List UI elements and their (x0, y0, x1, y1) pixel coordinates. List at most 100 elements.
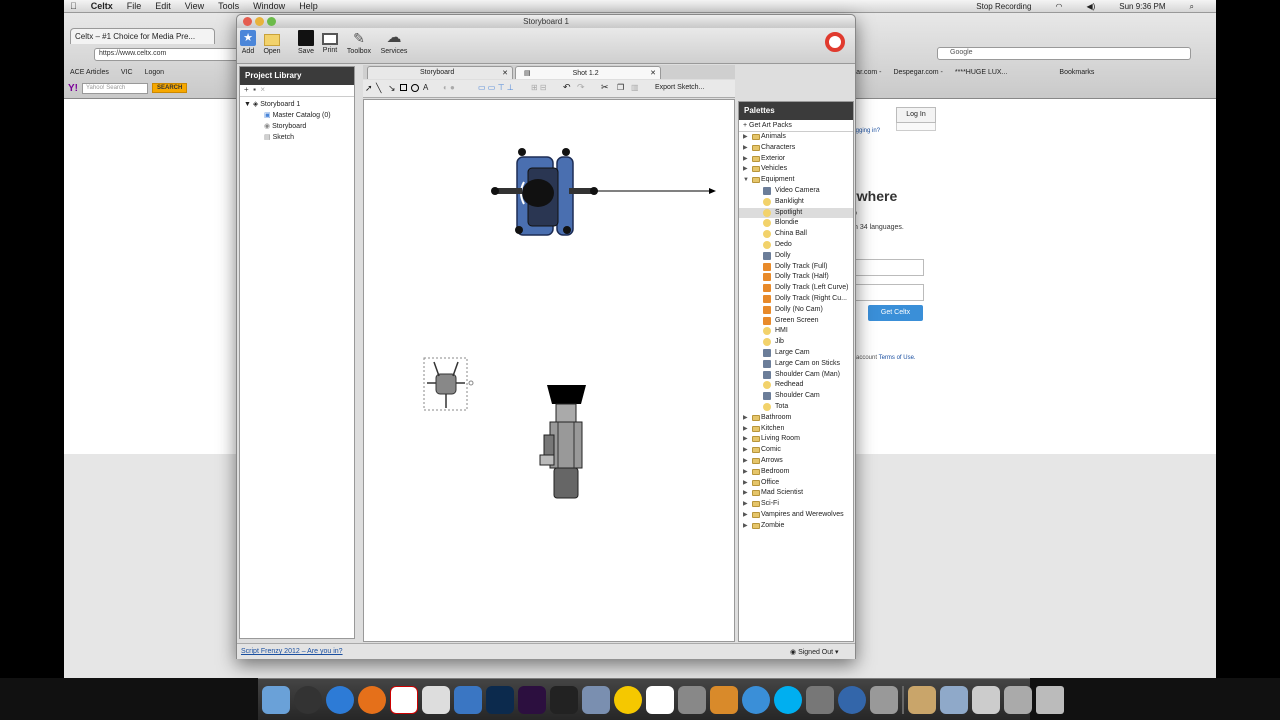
iphoto-icon[interactable] (582, 685, 610, 714)
print-button[interactable]: Print (315, 30, 345, 54)
palette-item[interactable]: Dedo (739, 240, 853, 251)
palette-folder[interactable]: ▶ Characters (739, 143, 853, 154)
selected-light-shape[interactable] (423, 357, 474, 411)
cut-icon[interactable]: ✂ (601, 82, 609, 93)
palette-item[interactable]: Dolly (739, 251, 853, 262)
finder-icon[interactable] (262, 685, 290, 714)
palette-folder[interactable]: ▶ Zombie (739, 521, 853, 532)
menu-view[interactable]: View (185, 1, 204, 11)
expand-right-icon[interactable]: ▶ (743, 510, 748, 521)
palette-folder[interactable]: ▶ Animals (739, 132, 853, 143)
expand-right-icon[interactable]: ▶ (743, 143, 748, 154)
signed-out-menu[interactable]: ◉ Signed Out ▾ (790, 648, 839, 656)
tree-expand-icon[interactable]: ▼ (244, 101, 251, 108)
menu-app-celtx[interactable]: Celtx (91, 1, 113, 11)
tab-close-icon[interactable]: ✕ (650, 69, 656, 77)
pages-icon[interactable] (710, 685, 738, 714)
browser-tab[interactable]: Celtx – #1 Choice for Media Pre... (70, 28, 215, 44)
yahoo-search-input[interactable]: Yahoo! Search (82, 82, 148, 94)
skype-icon[interactable] (774, 685, 802, 714)
bookmark-vic[interactable]: VIC (121, 69, 133, 76)
palette-item[interactable]: Redhead (739, 380, 853, 391)
apple-icon[interactable]:  (70, 1, 77, 11)
preview-icon[interactable] (870, 685, 898, 714)
text-tool-icon[interactable]: A (423, 83, 428, 92)
bookmarks-menu[interactable]: Bookmarks (1059, 69, 1094, 76)
downloads-icon[interactable] (838, 685, 866, 714)
clapper-icon[interactable] (550, 685, 578, 714)
palette-folder[interactable]: ▶ Exterior (739, 154, 853, 165)
palette-item[interactable]: Dolly Track (Full) (739, 262, 853, 273)
group-icons[interactable]: ⊞ ⊟ (531, 83, 547, 92)
palette-item[interactable]: Blondie (739, 218, 853, 229)
downloads-folder-icon[interactable] (1004, 685, 1032, 714)
palette-folder[interactable]: ▶ Vampires and Werewolves (739, 510, 853, 521)
library-add-icon[interactable]: + (244, 85, 249, 94)
camera-rig-shape[interactable] (539, 385, 586, 499)
menu-window[interactable]: Window (253, 1, 285, 11)
minimize-window-icon[interactable] (255, 17, 264, 26)
wifi-icon[interactable]: ◠ (1055, 2, 1062, 11)
palette-folder[interactable]: ▼ Equipment (739, 175, 853, 186)
palette-item[interactable]: China Ball (739, 229, 853, 240)
bookmark-ace[interactable]: ACE Articles (70, 69, 109, 76)
export-sketch-button[interactable]: Export Sketch... (655, 84, 704, 91)
paste-icon[interactable]: ▥ (631, 83, 639, 92)
open-button[interactable]: Open (257, 30, 287, 55)
expand-right-icon[interactable]: ▶ (743, 478, 748, 489)
dashboard-icon[interactable] (294, 685, 322, 714)
expand-right-icon[interactable]: ▶ (743, 154, 748, 165)
menu-tools[interactable]: Tools (218, 1, 239, 11)
clock[interactable]: Sun 9:36 PM (1119, 2, 1165, 11)
palette-item[interactable]: Dolly (No Cam) (739, 305, 853, 316)
expand-right-icon[interactable]: ▶ (743, 488, 748, 499)
arrow-tool-icon[interactable]: ↘ (388, 83, 396, 94)
menu-help[interactable]: Help (299, 1, 318, 11)
signup-field-2[interactable] (854, 284, 924, 301)
library-delete-icon[interactable]: × (260, 85, 265, 94)
undo-icon[interactable]: ↶ (563, 82, 571, 93)
copy-icon[interactable]: ❐ (617, 83, 624, 92)
palette-folder[interactable]: ▶ Sci-Fi (739, 499, 853, 510)
zoom-window-icon[interactable] (267, 17, 276, 26)
trash-icon[interactable] (1036, 685, 1064, 714)
script-frenzy-link[interactable]: Script Frenzy 2012 – Are you in? (241, 648, 343, 655)
palette-folder[interactable]: ▶ Comic (739, 445, 853, 456)
palette-item[interactable]: Shoulder Cam (739, 391, 853, 402)
expand-right-icon[interactable]: ▶ (743, 413, 748, 424)
tree-item-master-catalog[interactable]: ▣ Master Catalog (0) (244, 110, 350, 121)
get-celtx-button[interactable]: Get Celtx (868, 305, 923, 321)
tab-close-icon[interactable]: ✕ (502, 69, 508, 77)
itunes-icon[interactable] (326, 685, 354, 714)
palette-folder[interactable]: ▶ Living Room (739, 434, 853, 445)
close-window-icon[interactable] (243, 17, 252, 26)
expand-right-icon[interactable]: ▶ (743, 467, 748, 478)
palette-folder[interactable]: ▶ Bathroom (739, 413, 853, 424)
palette-item[interactable]: HMI (739, 326, 853, 337)
menu-file[interactable]: File (127, 1, 142, 11)
expand-right-icon[interactable]: ▶ (743, 456, 748, 467)
redo-icon[interactable]: ↷ (577, 82, 585, 93)
palette-folder[interactable]: ▶ Kitchen (739, 424, 853, 435)
palette-item[interactable]: Shoulder Cam (Man) (739, 370, 853, 381)
acrobat-icon[interactable] (390, 685, 418, 714)
ellipse-tool-icon[interactable] (411, 84, 419, 92)
expand-right-icon[interactable]: ▶ (743, 499, 748, 510)
app-store-icon[interactable] (422, 685, 450, 714)
palette-item[interactable]: Jib (739, 337, 853, 348)
palette-folder[interactable]: ▶ Arrows (739, 456, 853, 467)
toolbox-button[interactable]: ✎ Toolbox (344, 30, 374, 55)
tab-storyboard[interactable]: Storyboard ✕ (367, 66, 513, 79)
select-tool-icon[interactable]: ➚ (365, 83, 373, 94)
tree-item-sketch[interactable]: ▤ Sketch (244, 132, 350, 143)
palette-folder[interactable]: ▶ Bedroom (739, 467, 853, 478)
yahoo-logo[interactable]: Y! (68, 83, 78, 94)
safari-icon[interactable] (742, 685, 770, 714)
line-tool-icon[interactable]: ╲ (376, 83, 381, 94)
adium-icon[interactable] (614, 685, 642, 714)
tab-shot[interactable]: ▤ Shot 1.2 ✕ (515, 66, 661, 79)
dolly-shape[interactable] (491, 148, 716, 236)
get-art-packs-button[interactable]: + Get Art Packs (739, 120, 853, 132)
bookmark-despegar-2[interactable]: Despegar.com - (893, 69, 942, 76)
login-button[interactable]: Log In (896, 107, 936, 123)
